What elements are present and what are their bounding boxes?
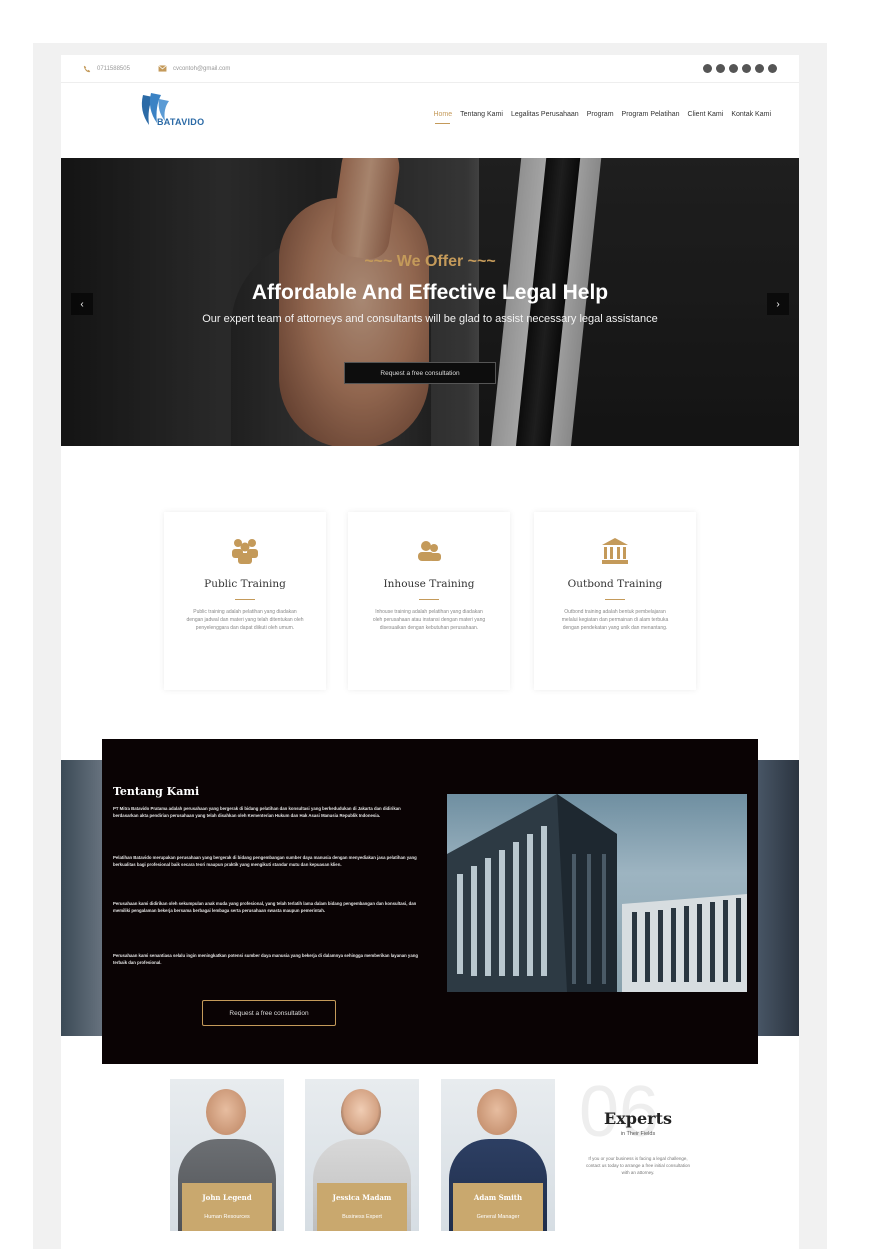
experts-title: Experts <box>604 1109 672 1128</box>
nav-program-pelatihan[interactable]: Program Pelatihan <box>622 111 680 118</box>
expert-avatar <box>341 1089 381 1135</box>
linkedin-icon[interactable] <box>742 64 751 73</box>
top-bar: 0711588505 cvcontoh@gmail.com <box>61 55 799 83</box>
experts-summary: 06 Experts in Their Fields If you or you… <box>573 1072 703 1231</box>
users-icon <box>414 536 444 566</box>
service-title: Outbond Training <box>567 578 663 590</box>
facebook-icon[interactable] <box>703 64 712 73</box>
chevron-right-icon: › <box>776 298 780 310</box>
twitter-icon[interactable] <box>716 64 725 73</box>
hero-slider: ~~~ We Offer ~~~ Affordable And Effectiv… <box>61 158 799 446</box>
expert-name: John Legend <box>202 1193 252 1202</box>
email-address: cvcontoh@gmail.com <box>172 65 231 72</box>
bank-icon <box>600 536 630 566</box>
site-logo[interactable]: BATAVIDO <box>137 91 221 135</box>
chevron-left-icon: ‹ <box>80 298 84 310</box>
nav-kontak-kami[interactable]: Kontak Kami <box>731 111 771 118</box>
experts-subtitle: in Their Fields <box>620 1131 656 1137</box>
phone-icon <box>83 65 91 72</box>
expert-avatar <box>477 1089 517 1135</box>
expert-card-john-legend[interactable]: John Legend Human Resources <box>170 1079 284 1231</box>
about-paragraph: Pelatihan Batavido merupakan perusahaan … <box>113 855 417 867</box>
service-title: Inhouse Training <box>383 578 475 590</box>
nav-tentang-kami[interactable]: Tentang Kami <box>460 111 503 118</box>
service-description: Inhouse training adalah pelatihan yang d… <box>372 609 486 631</box>
webpage: 0711588505 cvcontoh@gmail.com BATAVIDO H… <box>61 55 799 1249</box>
service-card-inhouse-training[interactable]: Inhouse Training Inhouse training adalah… <box>348 512 510 690</box>
expert-nameplate: Jessica Madam Business Expert <box>317 1183 407 1231</box>
logo-text: BATAVIDO <box>157 117 205 127</box>
phone-contact[interactable]: 0711588505 <box>83 65 130 73</box>
nav-legalitas-perusahaan[interactable]: Legalitas Perusahaan <box>511 111 579 118</box>
hero-consultation-button[interactable]: Request a free consultation <box>344 362 496 384</box>
hero-eyebrow: ~~~ We Offer ~~~ <box>364 253 496 270</box>
google-icon[interactable] <box>768 64 777 73</box>
service-card-public-training[interactable]: Public Training Public training adalah p… <box>164 512 326 690</box>
expert-role: Business Expert <box>342 1214 382 1220</box>
about-section: Tentang Kami PT Mitra Batavido Pratama a… <box>102 739 758 1064</box>
slider-next-button[interactable]: › <box>767 293 789 315</box>
expert-name: Jessica Madam <box>332 1193 392 1202</box>
expert-nameplate: Adam Smith General Manager <box>453 1183 543 1231</box>
about-consultation-button[interactable]: Request a free consultation <box>202 1000 336 1026</box>
hero-title: Affordable And Effective Legal Help <box>251 281 609 304</box>
service-title: Public Training <box>204 578 286 590</box>
expert-name: Adam Smith <box>473 1193 523 1202</box>
expert-role: General Manager <box>476 1214 520 1220</box>
hero-subtitle: Our expert team of attorneys and consult… <box>202 313 658 325</box>
main-nav: Home Tentang Kami Legalitas Perusahaan P… <box>433 111 771 124</box>
service-card-outbond-training[interactable]: Outbond Training Outbond training adalah… <box>534 512 696 690</box>
social-links <box>703 64 777 73</box>
youtube-icon[interactable] <box>755 64 764 73</box>
service-description: Outbond training adalah bentuk pembelaja… <box>561 609 669 631</box>
nav-client-kami[interactable]: Client Kami <box>688 111 724 118</box>
email-contact[interactable]: cvcontoh@gmail.com <box>158 65 230 72</box>
services-section: Public Training Public training adalah p… <box>61 446 799 756</box>
phone-number: 0711588505 <box>97 65 130 72</box>
expert-nameplate: John Legend Human Resources <box>182 1183 272 1231</box>
experts-description: If you or your business is facing a lega… <box>585 1156 691 1175</box>
envelope-icon <box>158 65 167 72</box>
expert-role: Human Resources <box>204 1214 250 1220</box>
nav-program[interactable]: Program <box>587 111 614 118</box>
about-paragraph: Perusahaan kami senantiasa selalu ingin … <box>113 953 418 965</box>
site-header: BATAVIDO Home Tentang Kami Legalitas Per… <box>61 83 799 158</box>
instagram-icon[interactable] <box>729 64 738 73</box>
about-title: Tentang Kami <box>113 785 200 798</box>
about-paragraph: Perusahaan kami didirikan oleh sekumpula… <box>113 901 417 913</box>
slider-prev-button[interactable]: ‹ <box>71 293 93 315</box>
building-image <box>447 794 747 992</box>
expert-card-jessica-madam[interactable]: Jessica Madam Business Expert <box>305 1079 419 1231</box>
nav-home[interactable]: Home <box>433 111 452 124</box>
group-icon <box>230 536 260 566</box>
about-paragraph: PT Mitra Batavido Pratama adalah perusah… <box>113 806 401 818</box>
expert-avatar <box>206 1089 246 1135</box>
service-description: Public training adalah pelatihan yang di… <box>186 609 304 631</box>
expert-card-adam-smith[interactable]: Adam Smith General Manager <box>441 1079 555 1231</box>
